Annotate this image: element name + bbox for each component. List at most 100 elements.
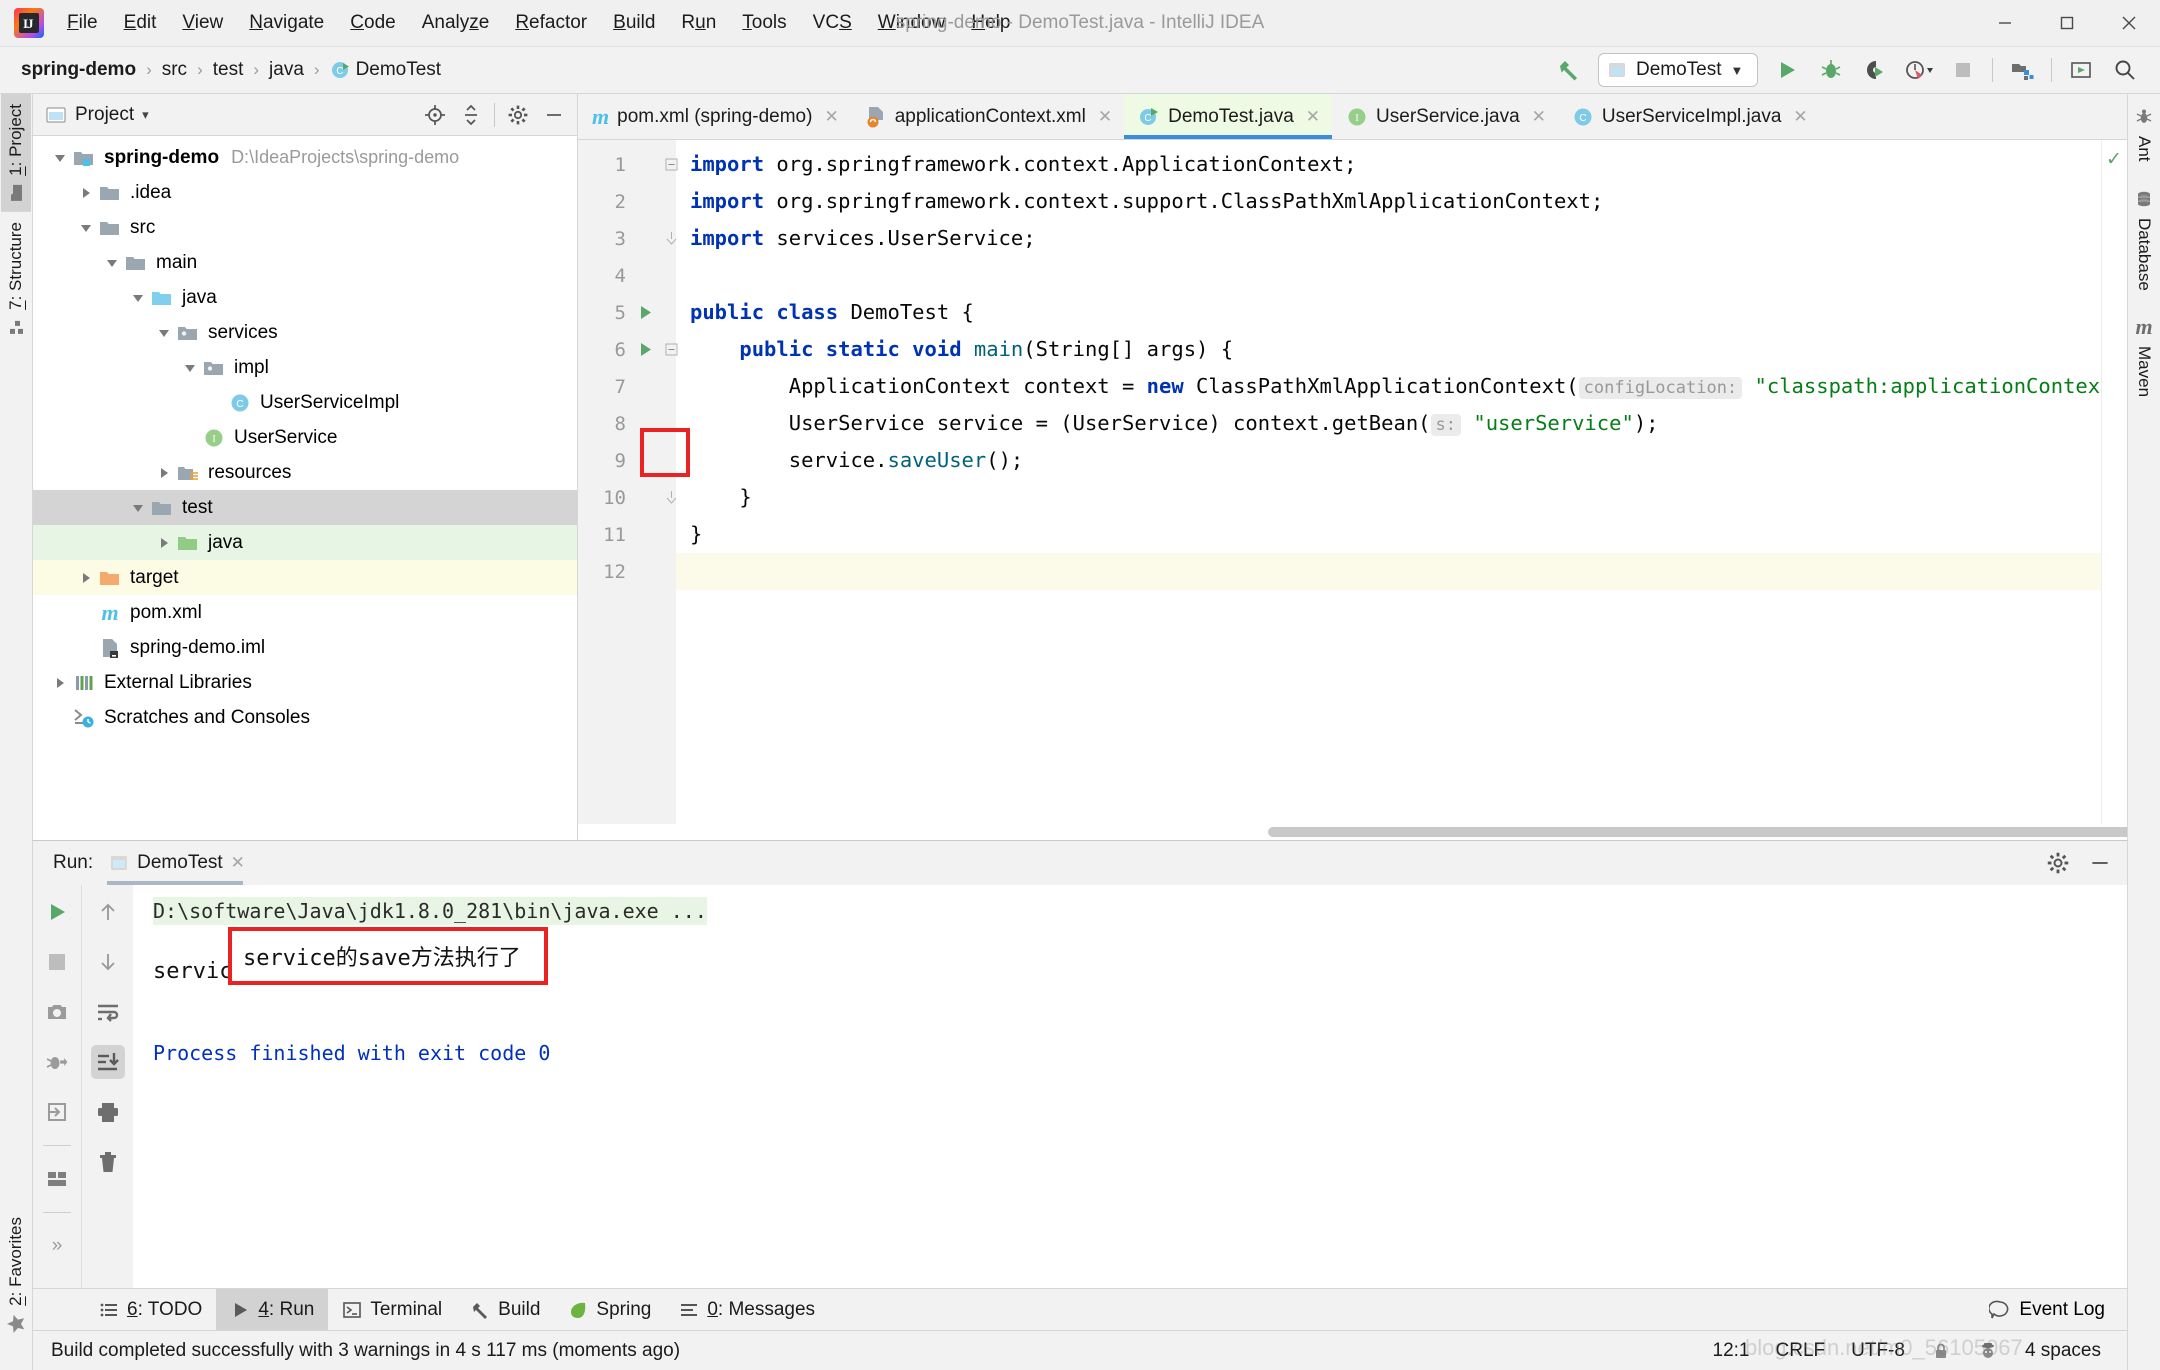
code-line-2[interactable]: import org.springframework.context.suppo… [676,183,2101,220]
tree-twisty[interactable] [127,291,149,305]
run-with-coverage-button[interactable] [1860,55,1890,85]
menu-window[interactable]: Window [865,8,959,38]
menu-run[interactable]: Run [668,8,729,38]
tree-node-impl[interactable]: impl [33,350,577,385]
tool-strip-maven[interactable]: mMaven [2134,316,2154,397]
breadcrumb-src[interactable]: src [159,57,190,83]
tool-window-bar[interactable]: 6: TODO4: RunTerminalBuildSpring0: Messa… [33,1288,2127,1330]
editor-tab-demotest-java[interactable]: CDemoTest.java✕ [1124,94,1332,139]
gutter-line-2[interactable]: 2 [578,183,676,220]
close-icon[interactable]: ✕ [231,853,245,873]
chevron-down-icon[interactable]: ▼ [1731,63,1744,78]
tree-twisty[interactable] [153,326,175,340]
menu-edit[interactable]: Edit [111,8,170,38]
stop-button[interactable] [1948,55,1978,85]
code-line-7[interactable]: ApplicationContext context = new ClassPa… [676,368,2101,405]
event-log-button[interactable]: Event Log [1989,1299,2127,1321]
gutter-line-3[interactable]: 3 [578,220,676,257]
caret-position[interactable]: 12:1 [1713,1340,1750,1362]
down-arrow-icon[interactable] [91,945,125,979]
tree-node-src[interactable]: src [33,210,577,245]
tree-node-external-libraries[interactable]: External Libraries [33,665,577,700]
settings-gear-icon[interactable] [2045,850,2071,876]
tree-node-userserviceimpl[interactable]: CUserServiceImpl [33,385,577,420]
menu-refactor[interactable]: Refactor [502,8,600,38]
settings-gear-icon[interactable] [505,102,531,128]
up-arrow-icon[interactable] [91,895,125,929]
tree-node-spring-demo-iml[interactable]: spring-demo.iml [33,630,577,665]
tool-window-spring[interactable]: Spring [554,1289,665,1330]
close-icon[interactable]: ✕ [1793,107,1807,127]
tool-window-0-messages[interactable]: 0: Messages [665,1289,829,1330]
project-tree[interactable]: spring-demoD:\IdeaProjects\spring-demo.i… [33,136,577,840]
menu-analyze[interactable]: Analyze [409,8,503,38]
thread-dump-icon[interactable] [40,1045,74,1079]
layout-button[interactable] [2066,55,2096,85]
tool-strip-1-project[interactable]: 1: Project [1,94,31,212]
menu-bar[interactable]: FileEditViewNavigateCodeAnalyzeRefactorB… [54,8,1023,38]
editor-tab-userserviceimpl-java[interactable]: CUserServiceImpl.java✕ [1558,94,1820,139]
file-encoding[interactable]: UTF-8 [1851,1340,1905,1362]
tree-node-spring-demo[interactable]: spring-demoD:\IdeaProjects\spring-demo [33,140,577,175]
tool-window-4-run[interactable]: 4: Run [216,1289,328,1330]
indent-setting[interactable]: 4 spaces [2025,1340,2101,1362]
export-icon[interactable] [40,1095,74,1129]
menu-code[interactable]: Code [337,8,408,38]
close-button[interactable] [2098,0,2160,47]
tool-strip-database[interactable]: Database [2134,188,2154,291]
code-editor[interactable]: 123456789101112 import org.springframewo… [578,140,2127,840]
hammer-icon[interactable] [1554,55,1584,85]
hide-panel-icon[interactable] [541,102,567,128]
collapse-all-icon[interactable] [458,102,484,128]
tree-node--idea[interactable]: .idea [33,175,577,210]
tree-twisty[interactable] [101,256,123,270]
gutter-line-11[interactable]: 11 [578,516,676,553]
editor-gutter[interactable]: 123456789101112 [578,140,676,840]
code-line-3[interactable]: import services.UserService; [676,220,2101,257]
tool-strip-2-favorites[interactable]: 2: Favorites [1,1207,31,1344]
tree-node-test[interactable]: test [33,490,577,525]
tree-node-java[interactable]: java [33,525,577,560]
menu-file[interactable]: File [54,8,111,38]
stop-icon[interactable] [40,945,74,979]
tree-node-main[interactable]: main [33,245,577,280]
code-line-11[interactable]: } [676,516,2101,553]
close-icon[interactable]: ✕ [824,107,838,127]
soft-wrap-icon[interactable] [91,995,125,1029]
run-configuration-selector[interactable]: DemoTest ▼ [1598,53,1758,87]
code-line-4[interactable] [676,257,2101,294]
tree-node-resources[interactable]: resources [33,455,577,490]
project-structure-button[interactable] [2007,55,2037,85]
trash-icon[interactable] [91,1145,125,1179]
tree-node-services[interactable]: services [33,315,577,350]
profiler-button[interactable] [1904,55,1934,85]
editor-tab-applicationcontext-xml[interactable]: applicationContext.xml✕ [851,94,1124,139]
tree-node-scratches-and-consoles[interactable]: Scratches and Consoles [33,700,577,735]
camera-icon[interactable] [40,995,74,1029]
run-button[interactable] [1772,55,1802,85]
breadcrumb[interactable]: spring-demo›src›test›java›CDemoTest [18,57,444,83]
close-icon[interactable]: ✕ [1532,107,1546,127]
tree-twisty[interactable] [127,501,149,515]
close-icon[interactable]: ✕ [1306,107,1320,127]
gutter-line-7[interactable]: 7 [578,368,676,405]
hector-icon[interactable] [1977,1340,1999,1362]
debug-button[interactable] [1816,55,1846,85]
lock-icon[interactable] [1931,1341,1951,1361]
code-line-5[interactable]: public class DemoTest { [676,294,2101,331]
menu-vcs[interactable]: VCS [800,8,865,38]
menu-build[interactable]: Build [600,8,668,38]
breadcrumb-test[interactable]: test [210,57,247,83]
tree-twisty[interactable] [179,361,201,375]
menu-help[interactable]: Help [958,8,1023,38]
gutter-line-4[interactable]: 4 [578,257,676,294]
gutter-line-10[interactable]: 10 [578,479,676,516]
tree-twisty[interactable] [49,676,71,690]
gutter-line-9[interactable]: 9 [578,442,676,479]
tool-window-terminal[interactable]: Terminal [328,1289,456,1330]
tool-window-6-todo[interactable]: 6: TODO [85,1289,216,1330]
editor-horizontal-scrollbar[interactable] [578,824,2127,840]
tree-twisty[interactable] [75,571,97,585]
code-lines[interactable]: import org.springframework.context.Appli… [676,140,2101,840]
code-line-10[interactable]: } [676,479,2101,516]
